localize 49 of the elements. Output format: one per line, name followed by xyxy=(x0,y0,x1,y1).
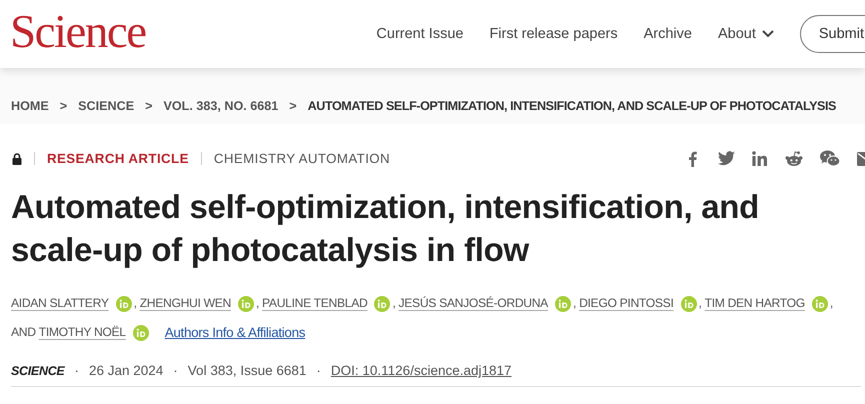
doi-link[interactable]: DOI: 10.1126/science.adj1817 xyxy=(330,363,512,378)
nav-link[interactable]: Archive xyxy=(644,26,692,42)
meta-separator: · xyxy=(74,363,79,378)
science-logo[interactable]: Science xyxy=(10,5,146,59)
nav-link[interactable]: Current Issue xyxy=(376,26,464,42)
affiliations-link[interactable]: Authors Info & Affiliations xyxy=(164,318,306,347)
orcid-icon[interactable] xyxy=(132,324,149,340)
author-link[interactable]: TIM DEN HARTOG xyxy=(704,289,805,318)
author-link[interactable]: DIEGO PINTOSSI xyxy=(579,289,674,318)
comma: , xyxy=(698,295,703,312)
meta-text: 26 Jan 2024 xyxy=(88,363,164,378)
comma: , xyxy=(392,295,396,312)
orcid-icon[interactable] xyxy=(554,296,571,312)
submit-button[interactable]: Submit xyxy=(800,15,865,53)
breadcrumb-link[interactable]: HOME xyxy=(11,98,49,112)
orcid-icon[interactable] xyxy=(680,296,696,312)
nav-link[interactable]: First release papers xyxy=(489,26,618,42)
breadcrumb-link[interactable]: VOL. 383, NO. 6681 xyxy=(163,98,278,112)
comma: , xyxy=(830,295,834,312)
author-link[interactable]: TIMOTHY NOËL xyxy=(38,318,126,347)
reddit-icon[interactable] xyxy=(785,150,803,166)
author-link[interactable]: PAULINE TENBLAD xyxy=(262,289,368,318)
comma: , xyxy=(572,295,578,312)
linkedin-icon[interactable] xyxy=(752,151,768,166)
breadcrumb-link[interactable]: SCIENCE xyxy=(78,98,134,112)
nav-link[interactable]: About xyxy=(718,26,774,42)
author-link[interactable]: ZHENGHUI WEN xyxy=(140,289,231,318)
article-category[interactable]: CHEMISTRY AUTOMATION xyxy=(214,151,390,166)
meta-text: Vol 383, Issue 6681 xyxy=(188,363,306,378)
breadcrumb-link[interactable]: AUTOMATED SELF-OPTIMIZATION, INTENSIFICATION, AND SCALE-UP OF PHOTOCATALYSIS xyxy=(308,98,836,112)
breadcrumb-separator: > xyxy=(60,98,68,112)
breadcrumb-separator: > xyxy=(145,98,152,112)
author-link[interactable]: JESÚS SANJOSÉ-ORDUNA xyxy=(398,289,548,318)
author-link[interactable]: AIDAN SLATTERY xyxy=(11,289,109,318)
twitter-icon[interactable] xyxy=(718,151,735,166)
breadcrumb-separator: > xyxy=(289,98,297,112)
orcid-icon[interactable] xyxy=(374,296,390,312)
wechat-icon[interactable] xyxy=(820,150,840,167)
article-title: Automated self-optimization, intensification, and scale-up of photocatalysis in flow xyxy=(11,187,760,270)
meta-separator: · xyxy=(173,363,178,378)
conjunction: AND xyxy=(11,324,37,341)
comma: , xyxy=(134,295,138,312)
orcid-icon[interactable] xyxy=(238,296,254,312)
journal-name: SCIENCE xyxy=(11,364,64,378)
orcid-icon[interactable] xyxy=(116,296,132,312)
meta-separator: · xyxy=(316,363,321,378)
orcid-icon[interactable] xyxy=(812,296,828,312)
article-type[interactable]: RESEARCH ARTICLE xyxy=(47,151,189,166)
comma: , xyxy=(256,295,260,312)
